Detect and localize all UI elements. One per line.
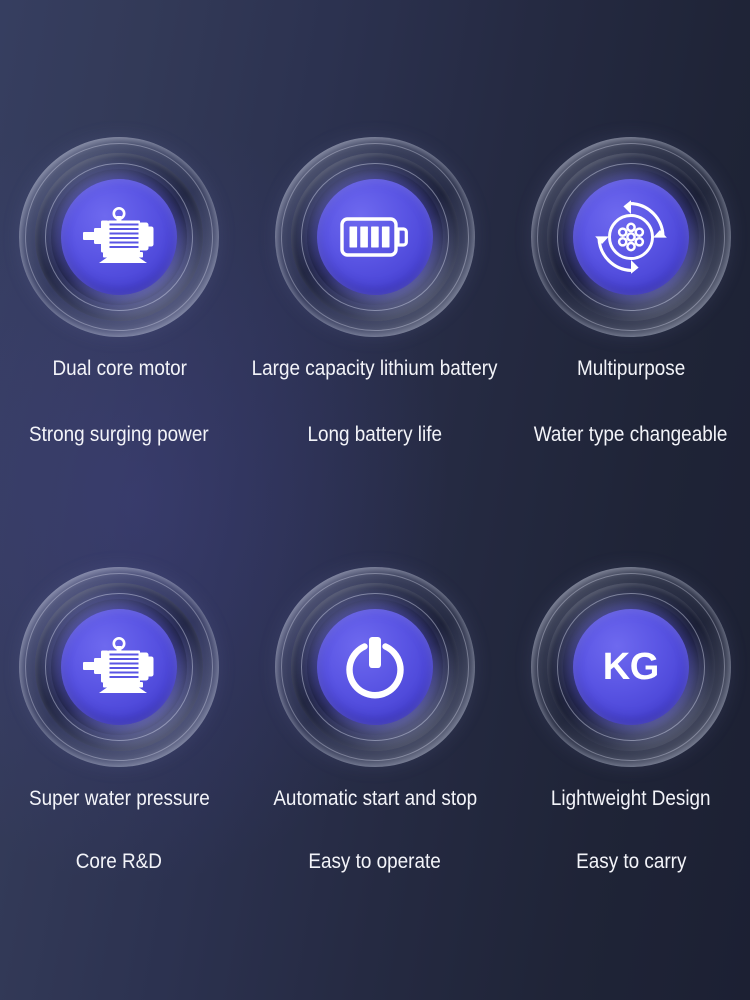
feature-title: Automatic start and stop xyxy=(273,787,477,810)
feature-card-multipurpose[interactable]: Multipurpose Water type changeable xyxy=(512,0,750,500)
feature-card-lithium-battery[interactable]: Large capacity lithium battery Long batt… xyxy=(238,0,511,500)
feature-card-lightweight-design[interactable]: KG Lightweight Design Easy to carry xyxy=(512,500,750,1000)
feature-subtitle: Water type changeable xyxy=(533,423,728,446)
feature-subtitle: Easy to carry xyxy=(575,850,686,873)
battery-full-icon xyxy=(316,179,433,295)
feature-subtitle: Easy to operate xyxy=(308,850,442,873)
feature-title: Lightweight Design xyxy=(550,787,711,810)
feature-subtitle: Strong surging power xyxy=(29,423,210,446)
feature-subtitle: Long battery life xyxy=(307,423,443,446)
feature-icon-button-2[interactable] xyxy=(274,137,475,337)
feature-title: Super water pressure xyxy=(28,787,210,810)
feature-card-automatic-start-stop[interactable]: Automatic start and stop Easy to operate xyxy=(238,500,511,1000)
rotating-nozzle-icon xyxy=(572,179,689,295)
feature-card-super-water-pressure[interactable]: Super water pressure Core R&D xyxy=(0,500,238,1000)
feature-title: Dual core motor xyxy=(51,357,187,380)
power-button-icon xyxy=(316,609,433,725)
feature-grid: Dual core motor Strong surging power Lar… xyxy=(0,0,750,1000)
feature-icon-button-4[interactable] xyxy=(19,567,220,767)
feature-icon-button-6[interactable]: KG xyxy=(530,567,731,767)
feature-icon-button-3[interactable] xyxy=(530,137,731,337)
electric-motor-icon xyxy=(61,609,178,725)
feature-title: Multipurpose xyxy=(576,357,685,380)
feature-card-dual-core-motor[interactable]: Dual core motor Strong surging power xyxy=(0,0,238,500)
kg-label: KG xyxy=(602,646,660,688)
feature-icon-button-5[interactable] xyxy=(274,567,475,767)
electric-motor-icon xyxy=(61,179,178,295)
feature-icon-button-1[interactable] xyxy=(19,137,220,337)
kg-weight-icon: KG xyxy=(572,609,689,725)
feature-subtitle: Core R&D xyxy=(76,850,163,873)
feature-title: Large capacity lithium battery xyxy=(252,357,498,380)
